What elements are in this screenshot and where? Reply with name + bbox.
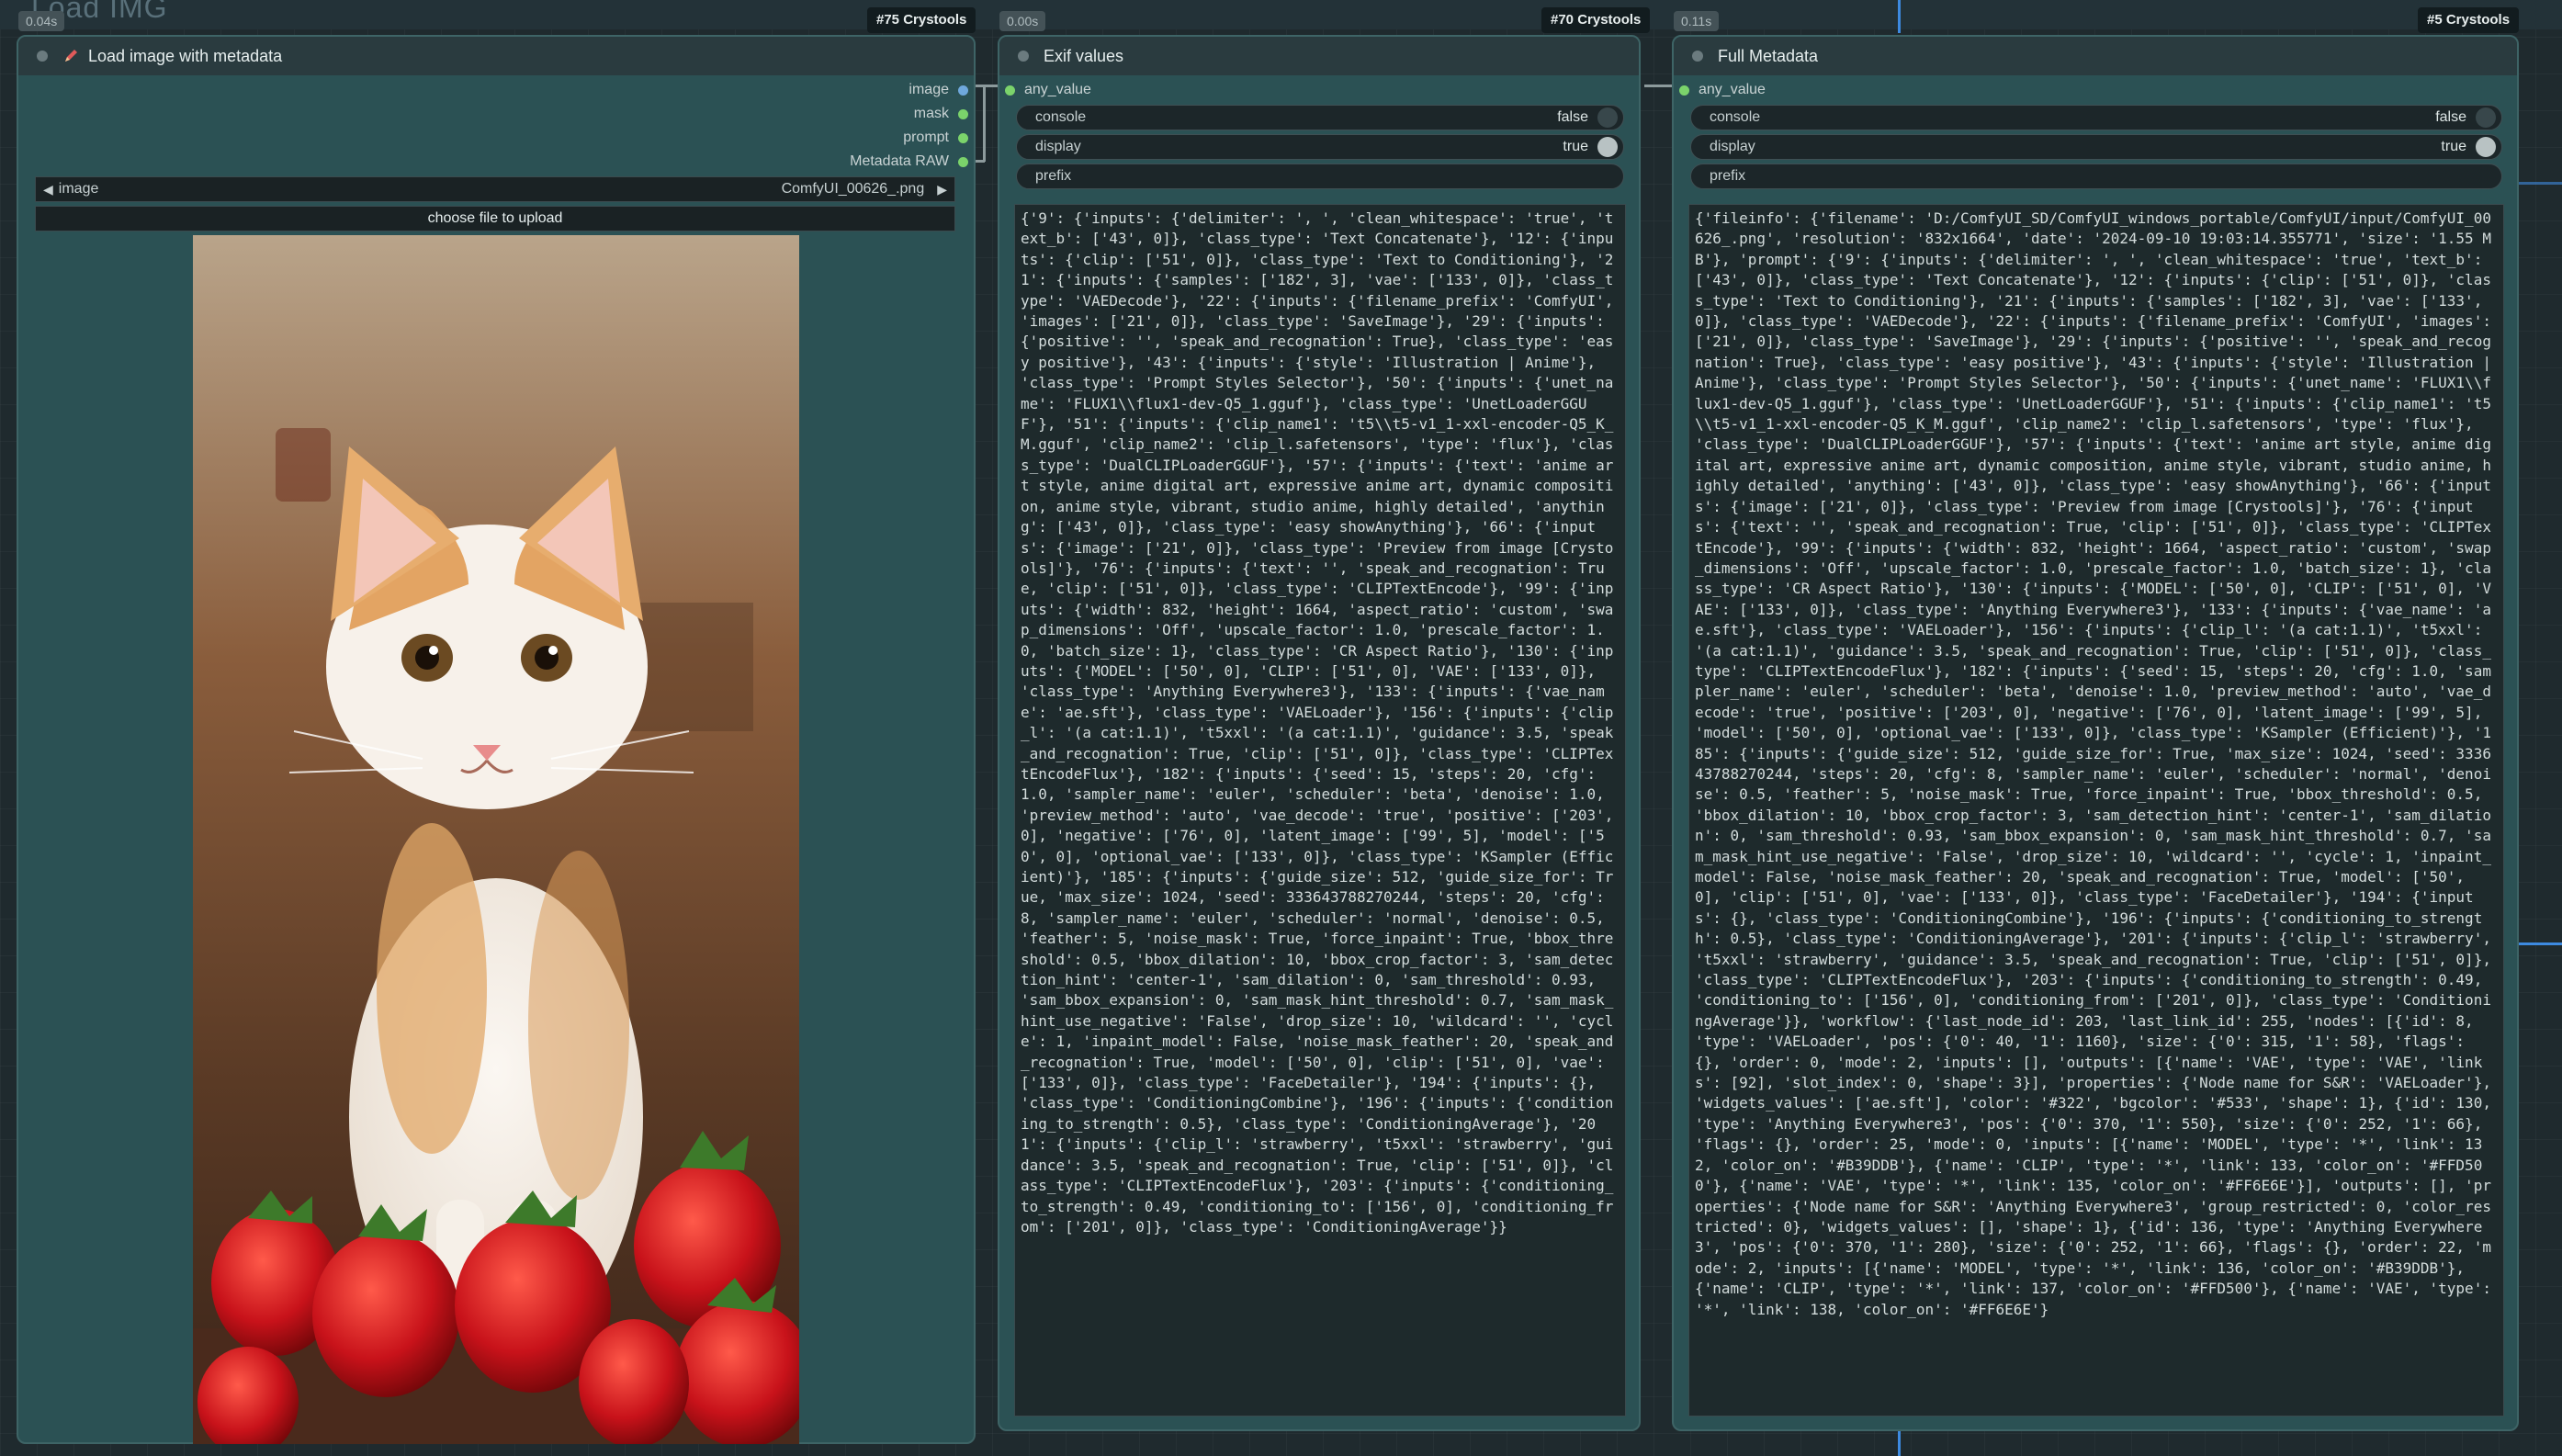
node-header[interactable]: Exif values — [999, 37, 1639, 75]
collapse-dot[interactable] — [1692, 51, 1703, 62]
widget-label: display — [1710, 139, 1755, 154]
group-header-bar — [0, 0, 2562, 29]
display-toggle[interactable]: display true — [1016, 134, 1624, 160]
output-label: prompt — [903, 130, 949, 145]
input-socket[interactable] — [1005, 85, 1015, 96]
node-id-badge: #75 Crystools — [867, 7, 976, 33]
toggle-switch[interactable] — [1597, 107, 1618, 128]
output-socket[interactable] — [958, 156, 968, 167]
widget-value: false — [1557, 109, 1588, 125]
widget-label: console — [1035, 109, 1087, 125]
execution-time-badge: 0.04s — [18, 11, 65, 31]
combo-value: ComfyUI_00626_.png — [781, 181, 925, 197]
link-wire — [2519, 942, 2562, 945]
link-wire — [1898, 0, 1901, 33]
pencil-icon — [62, 48, 79, 64]
load-image-node[interactable]: Load image with metadata image mask prom… — [17, 35, 976, 1444]
arrow-right-icon[interactable]: ▶ — [937, 182, 947, 198]
full-metadata-text-output[interactable]: {'fileinfo': {'filename': 'D:/ComfyUI_SD… — [1688, 204, 2504, 1416]
toggle-switch[interactable] — [2476, 107, 2496, 128]
prefix-input[interactable]: prefix — [1016, 164, 1624, 189]
node-id-badge: #5 Crystools — [2418, 7, 2520, 33]
widget-label: prefix — [1035, 168, 1072, 184]
input-any-value[interactable]: any_value — [1005, 79, 1091, 101]
input-label: any_value — [1024, 82, 1091, 97]
link-wire — [2519, 182, 2562, 185]
full-metadata-node[interactable]: Full Metadata any_value console false di… — [1672, 35, 2519, 1431]
output-mask[interactable]: mask — [914, 103, 968, 125]
output-prompt[interactable]: prompt — [903, 127, 968, 149]
prefix-input[interactable]: prefix — [1690, 164, 2502, 189]
widget-value: false — [2435, 109, 2466, 125]
node-title: Exif values — [1044, 46, 1124, 65]
node-id-badge: #70 Crystools — [1541, 7, 1651, 33]
input-label: any_value — [1699, 82, 1766, 97]
image-combo-widget[interactable]: ◀ image ComfyUI_00626_.png ▶ — [35, 176, 955, 202]
output-socket[interactable] — [958, 132, 968, 143]
input-any-value[interactable]: any_value — [1679, 79, 1766, 101]
execution-time-badge: 0.11s — [1674, 11, 1720, 31]
image-preview — [193, 235, 799, 1444]
output-label: Metadata RAW — [850, 153, 949, 169]
connection-wire — [983, 85, 986, 162]
toggle-switch[interactable] — [2476, 137, 2496, 157]
console-toggle[interactable]: console false — [1690, 105, 2502, 130]
console-toggle[interactable]: console false — [1016, 105, 1624, 130]
execution-time-badge: 0.00s — [999, 11, 1046, 31]
output-label: mask — [913, 106, 949, 121]
link-wire — [1898, 1431, 1901, 1456]
connection-wire — [1644, 85, 1672, 87]
widget-value: true — [1563, 139, 1588, 154]
display-toggle[interactable]: display true — [1690, 134, 2502, 160]
exif-values-node[interactable]: Exif values any_value console false disp… — [998, 35, 1641, 1431]
toggle-switch[interactable] — [1597, 137, 1618, 157]
widget-label: prefix — [1710, 168, 1746, 184]
node-header[interactable]: Full Metadata — [1674, 37, 2517, 75]
output-label: image — [909, 82, 949, 97]
kitten-image — [193, 235, 799, 1444]
arrow-left-icon[interactable]: ◀ — [43, 182, 53, 198]
node-title: Load image with metadata — [88, 46, 283, 65]
combo-label: image — [58, 181, 99, 197]
output-metadata-raw[interactable]: Metadata RAW — [850, 151, 968, 173]
input-socket[interactable] — [1679, 85, 1689, 96]
widget-label: console — [1710, 109, 1761, 125]
collapse-dot[interactable] — [37, 51, 48, 62]
output-socket[interactable] — [958, 85, 968, 96]
output-socket[interactable] — [958, 108, 968, 119]
node-title: Full Metadata — [1718, 46, 1819, 65]
widget-label: display — [1035, 139, 1081, 154]
upload-button[interactable]: choose file to upload — [35, 206, 955, 231]
output-image[interactable]: image — [909, 79, 968, 101]
exif-text-output[interactable]: {'9': {'inputs': {'delimiter': ', ', 'cl… — [1014, 204, 1626, 1416]
collapse-dot[interactable] — [1018, 51, 1029, 62]
node-header[interactable]: Load image with metadata — [18, 37, 974, 75]
widget-value: true — [2441, 139, 2466, 154]
